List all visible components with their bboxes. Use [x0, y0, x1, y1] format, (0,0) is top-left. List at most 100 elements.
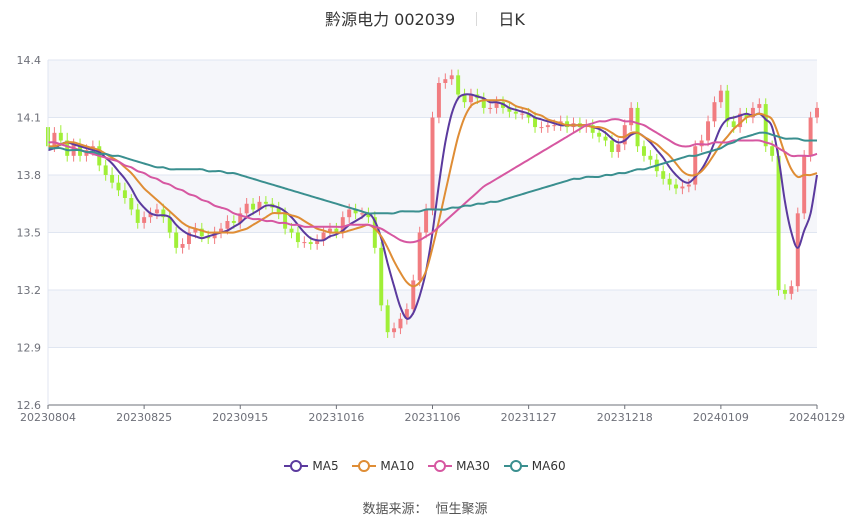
- candle-body: [443, 79, 448, 83]
- source-value: 恒生聚源: [435, 502, 488, 517]
- candle-body: [360, 213, 364, 215]
- candle-body: [706, 121, 711, 141]
- candlestick-chart: 14.414.113.813.513.212.912.620230804 2023…: [17, 54, 846, 424]
- candle-body: [308, 242, 313, 244]
- candle-body: [808, 117, 813, 156]
- candle-body: [603, 136, 608, 141]
- candle-body: [251, 203, 256, 210]
- candle-body: [789, 286, 794, 294]
- legend-item-ma30[interactable]: MA30: [428, 459, 490, 473]
- candle-body: [142, 217, 147, 223]
- candle-body: [763, 104, 768, 147]
- legend-ma5-swatch: [284, 459, 309, 473]
- source-label: 数据来源：: [362, 502, 428, 517]
- legend-ma10-swatch: [352, 459, 377, 473]
- candle-body: [244, 203, 249, 214]
- legend-ma10-label: MA10: [380, 459, 415, 473]
- candle-body: [225, 221, 230, 229]
- candle-body: [686, 184, 691, 187]
- candle-body: [122, 190, 127, 198]
- candle-body: [263, 201, 268, 204]
- candle-body: [731, 121, 736, 128]
- candle-body: [347, 209, 352, 218]
- candle-body: [667, 178, 672, 185]
- candle-body: [757, 104, 762, 108]
- candle-body: [180, 244, 185, 248]
- chart-legend: MA5 MA10 MA30 MA60: [0, 459, 850, 473]
- candle-body: [295, 232, 300, 243]
- x-tick-label: 20230915: [212, 411, 268, 424]
- data-source: 数据来源： 恒生聚源: [0, 498, 850, 517]
- y-tick-label: 14.4: [17, 54, 42, 67]
- candle-body: [436, 83, 441, 118]
- legend-item-ma60[interactable]: MA60: [503, 459, 566, 473]
- candle-body: [283, 213, 288, 229]
- x-tick-label: 20231016: [308, 411, 364, 424]
- legend-item-ma5[interactable]: MA5: [284, 459, 339, 473]
- candle-body: [725, 90, 730, 122]
- candle-body: [392, 328, 397, 333]
- y-tick-label: 13.2: [17, 284, 42, 297]
- x-tick-label: 20230825: [116, 411, 172, 424]
- candle-body: [712, 102, 717, 122]
- x-tick-label: 20240129: [789, 411, 845, 424]
- candle-body: [456, 75, 461, 95]
- candle-body: [545, 125, 550, 128]
- candle-body: [718, 90, 723, 103]
- candle-body: [379, 247, 384, 306]
- candle-body: [129, 198, 134, 210]
- y-tick-label: 13.8: [17, 169, 42, 182]
- candle-body: [513, 111, 518, 114]
- candle-body: [770, 146, 775, 156]
- candle-body: [103, 165, 108, 175]
- candle-body: [776, 155, 781, 290]
- candle-body: [430, 117, 435, 210]
- candle-body: [641, 146, 646, 156]
- candle-body: [52, 132, 57, 147]
- candle-body: [661, 171, 666, 179]
- candle-body: [174, 232, 179, 248]
- candle-body: [616, 144, 621, 152]
- candle-body: [231, 221, 236, 223]
- candle-body: [154, 209, 159, 214]
- candle-body: [449, 75, 454, 80]
- candle-body: [680, 186, 685, 189]
- candle-body: [289, 228, 294, 233]
- legend-ma30-swatch: [428, 459, 453, 473]
- candle-body: [424, 209, 429, 233]
- candle-body: [385, 305, 390, 333]
- candle-body: [635, 107, 640, 147]
- x-tick-label: 20231218: [597, 411, 653, 424]
- legend-ma60-label: MA60: [531, 459, 566, 473]
- legend-ma30-label: MA30: [456, 459, 490, 473]
- legend-ma5-label: MA5: [312, 459, 339, 473]
- candle-body: [552, 125, 557, 127]
- candle-body: [302, 242, 307, 244]
- y-tick-label: 14.1: [17, 112, 42, 125]
- x-tick-label: 20240109: [693, 411, 749, 424]
- candle-body: [795, 213, 800, 287]
- candle-body: [58, 132, 63, 141]
- x-tick-label: 20230804: [20, 411, 76, 424]
- candle-body: [488, 107, 493, 109]
- candle-body: [110, 175, 115, 183]
- candle-body: [411, 280, 416, 310]
- grid-band: [48, 290, 817, 348]
- legend-item-ma10[interactable]: MA10: [352, 459, 414, 473]
- candle-body: [539, 127, 544, 129]
- candle-body: [802, 155, 807, 214]
- legend-ma60-swatch: [503, 459, 528, 473]
- candle-body: [782, 290, 787, 294]
- y-tick-label: 12.9: [17, 342, 42, 355]
- candle-body: [520, 113, 525, 115]
- candle-body: [815, 107, 819, 118]
- y-tick-label: 13.5: [17, 227, 42, 240]
- candle-body: [648, 155, 653, 160]
- grid-band: [48, 60, 817, 118]
- candle-body: [609, 140, 614, 152]
- x-tick-label: 20231106: [405, 411, 461, 424]
- candle-body: [116, 182, 121, 191]
- candle-body: [674, 184, 679, 189]
- candle-body: [597, 132, 602, 137]
- x-tick-label: 20231127: [501, 411, 557, 424]
